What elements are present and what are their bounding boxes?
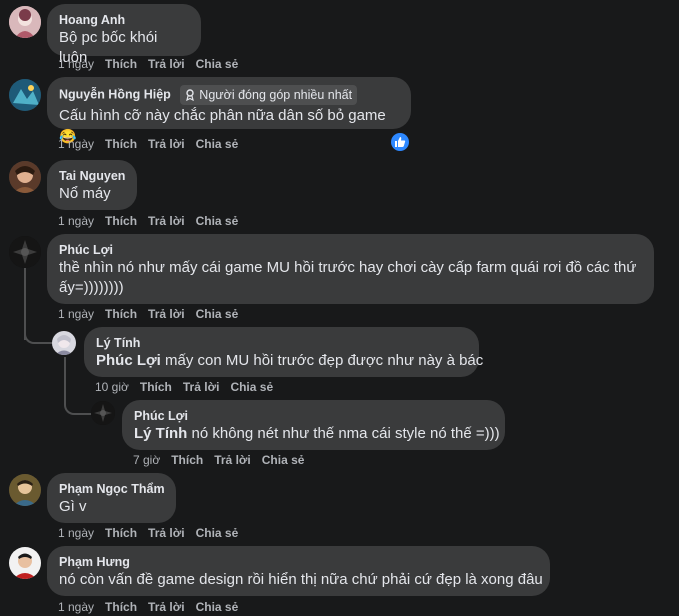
comment-time[interactable]: 1 ngày	[58, 214, 94, 228]
commenter-name[interactable]: Phúc Lợi	[59, 242, 642, 258]
comment-bubble: Tai Nguyen Nổ máy	[47, 160, 137, 210]
reply-button[interactable]: Trả lời	[148, 137, 185, 151]
comment-actions: 7 giờ Thích Trả lời Chia sẻ	[133, 453, 315, 467]
share-button[interactable]: Chia sẻ	[196, 600, 239, 614]
thumbs-up-icon	[395, 137, 406, 147]
comment-actions: 1 ngày Thích Trả lời Chia sẻ	[58, 137, 249, 151]
avatar-image-icon	[9, 236, 41, 268]
avatar[interactable]	[9, 161, 41, 193]
comment-text: nó còn vấn đề game design rồi hiển thị n…	[59, 571, 543, 588]
comment-text-row: Phúc Lợi mấy con MU hồi trước đẹp được n…	[96, 351, 483, 371]
commenter-name[interactable]: Phạm Ngọc Thẩm	[59, 481, 165, 497]
avatar[interactable]	[9, 6, 41, 38]
commenter-name[interactable]: Hoang Anh	[59, 12, 189, 28]
comment-time[interactable]: 1 ngày	[58, 600, 94, 614]
share-button[interactable]: Chia sẻ	[196, 57, 239, 71]
comment-actions: 1 ngày Thích Trả lời Chia sẻ	[58, 600, 249, 614]
commenter-name[interactable]: Nguyễn Hồng Hiệp	[59, 87, 171, 101]
comment-actions: 1 ngày Thích Trả lời Chia sẻ	[58, 307, 249, 321]
comment-time[interactable]: 1 ngày	[58, 526, 94, 540]
like-button[interactable]: Thích	[105, 307, 137, 321]
comment-text: Cấu hình cỡ này chắc phân nữa dân số bỏ …	[59, 107, 386, 124]
comment-time[interactable]: 10 giờ	[95, 380, 129, 394]
avatar-image-icon	[9, 474, 41, 506]
avatar-image-icon	[9, 161, 41, 193]
like-button[interactable]: Thích	[105, 600, 137, 614]
comment-text-line-1: thề nhìn nó như mấy cái game MU hồi trướ…	[59, 259, 637, 276]
avatar[interactable]	[9, 236, 41, 268]
avatar[interactable]	[91, 401, 115, 425]
thread-connector-reply-1	[24, 320, 52, 344]
avatar[interactable]	[9, 79, 41, 111]
avatar-image-icon	[52, 331, 76, 355]
reply-button[interactable]: Trả lời	[214, 453, 251, 467]
reply-button[interactable]: Trả lời	[148, 526, 185, 540]
share-button[interactable]: Chia sẻ	[196, 307, 239, 321]
avatar[interactable]	[9, 474, 41, 506]
comment-time[interactable]: 1 ngày	[58, 57, 94, 71]
comment-time[interactable]: 7 giờ	[133, 453, 160, 467]
comment-actions: 1 ngày Thích Trả lời Chia sẻ	[58, 57, 249, 71]
contributor-badge-icon	[186, 89, 195, 101]
comment-time[interactable]: 1 ngày	[58, 307, 94, 321]
comment-actions: 1 ngày Thích Trả lời Chia sẻ	[58, 214, 249, 228]
comment-actions: 10 giờ Thích Trả lời Chia sẻ	[95, 380, 284, 394]
commenter-name[interactable]: Lý Tính	[96, 335, 467, 351]
avatar[interactable]	[9, 547, 41, 579]
comment-time[interactable]: 1 ngày	[58, 137, 94, 151]
comment-actions: 1 ngày Thích Trả lời Chia sẻ	[58, 526, 249, 540]
comment-bubble: Nguyễn Hồng Hiệp Người đóng góp nhiều nh…	[47, 77, 411, 144]
share-button[interactable]: Chia sẻ	[196, 526, 239, 540]
commenter-name[interactable]: Phạm Hưng	[59, 554, 538, 570]
mention-link[interactable]: Phúc Lợi	[96, 352, 161, 369]
like-button[interactable]: Thích	[140, 380, 172, 394]
reply-button[interactable]: Trả lời	[148, 307, 185, 321]
commenter-name-row: Nguyễn Hồng Hiệp Người đóng góp nhiều nh…	[59, 85, 399, 105]
like-button[interactable]: Thích	[105, 214, 137, 228]
reply-button[interactable]: Trả lời	[148, 214, 185, 228]
comment-text-line-2: ấy=))))))))	[59, 279, 124, 296]
commenter-name[interactable]: Phúc Lợi	[134, 408, 493, 424]
comment-bubble: Lý Tính Phúc Lợi mấy con MU hồi trước đẹ…	[84, 327, 483, 377]
contributor-badge[interactable]: Người đóng góp nhiều nhất	[180, 85, 358, 105]
mention-link[interactable]: Lý Tính	[134, 425, 187, 442]
commenter-name[interactable]: Tai Nguyen	[59, 168, 125, 184]
avatar-image-icon	[9, 547, 41, 579]
comment-text: Nổ máy	[59, 185, 111, 202]
share-button[interactable]: Chia sẻ	[196, 137, 239, 151]
share-button[interactable]: Chia sẻ	[230, 380, 273, 394]
reply-button[interactable]: Trả lời	[183, 380, 220, 394]
comment-bubble: Phạm Ngọc Thẩm Gì v	[47, 473, 176, 523]
comment-text: Gì v	[59, 498, 87, 515]
like-button[interactable]: Thích	[105, 526, 137, 540]
avatar-image-icon	[9, 79, 41, 111]
like-button[interactable]: Thích	[105, 137, 137, 151]
comment-bubble: Phúc Lợi thề nhìn nó như mấy cái game MU…	[47, 234, 654, 304]
like-reaction-icon[interactable]	[391, 133, 409, 151]
comment-bubble: Hoang Anh Bộ pc bốc khói luôn	[47, 4, 201, 66]
comment-text: mấy con MU hồi trước đẹp được như này à …	[160, 352, 484, 369]
comment-bubble: Phúc Lợi Lý Tính nó không nét như thế nm…	[122, 400, 505, 450]
reply-button[interactable]: Trả lời	[148, 600, 185, 614]
avatar-image-icon	[9, 6, 41, 38]
avatar-image-icon	[91, 401, 115, 425]
like-button[interactable]: Thích	[171, 453, 203, 467]
share-button[interactable]: Chia sẻ	[196, 214, 239, 228]
badge-label: Người đóng góp nhiều nhất	[199, 88, 353, 102]
comment-text: nó không nét như thế nma cái style nó th…	[187, 425, 500, 442]
like-button[interactable]: Thích	[105, 57, 137, 71]
comment-bubble: Phạm Hưng nó còn vấn đề game design rồi …	[47, 546, 550, 596]
comment-text-row: Lý Tính nó không nét như thế nma cái sty…	[134, 424, 500, 444]
avatar[interactable]	[52, 331, 76, 355]
reply-button[interactable]: Trả lời	[148, 57, 185, 71]
share-button[interactable]: Chia sẻ	[262, 453, 305, 467]
